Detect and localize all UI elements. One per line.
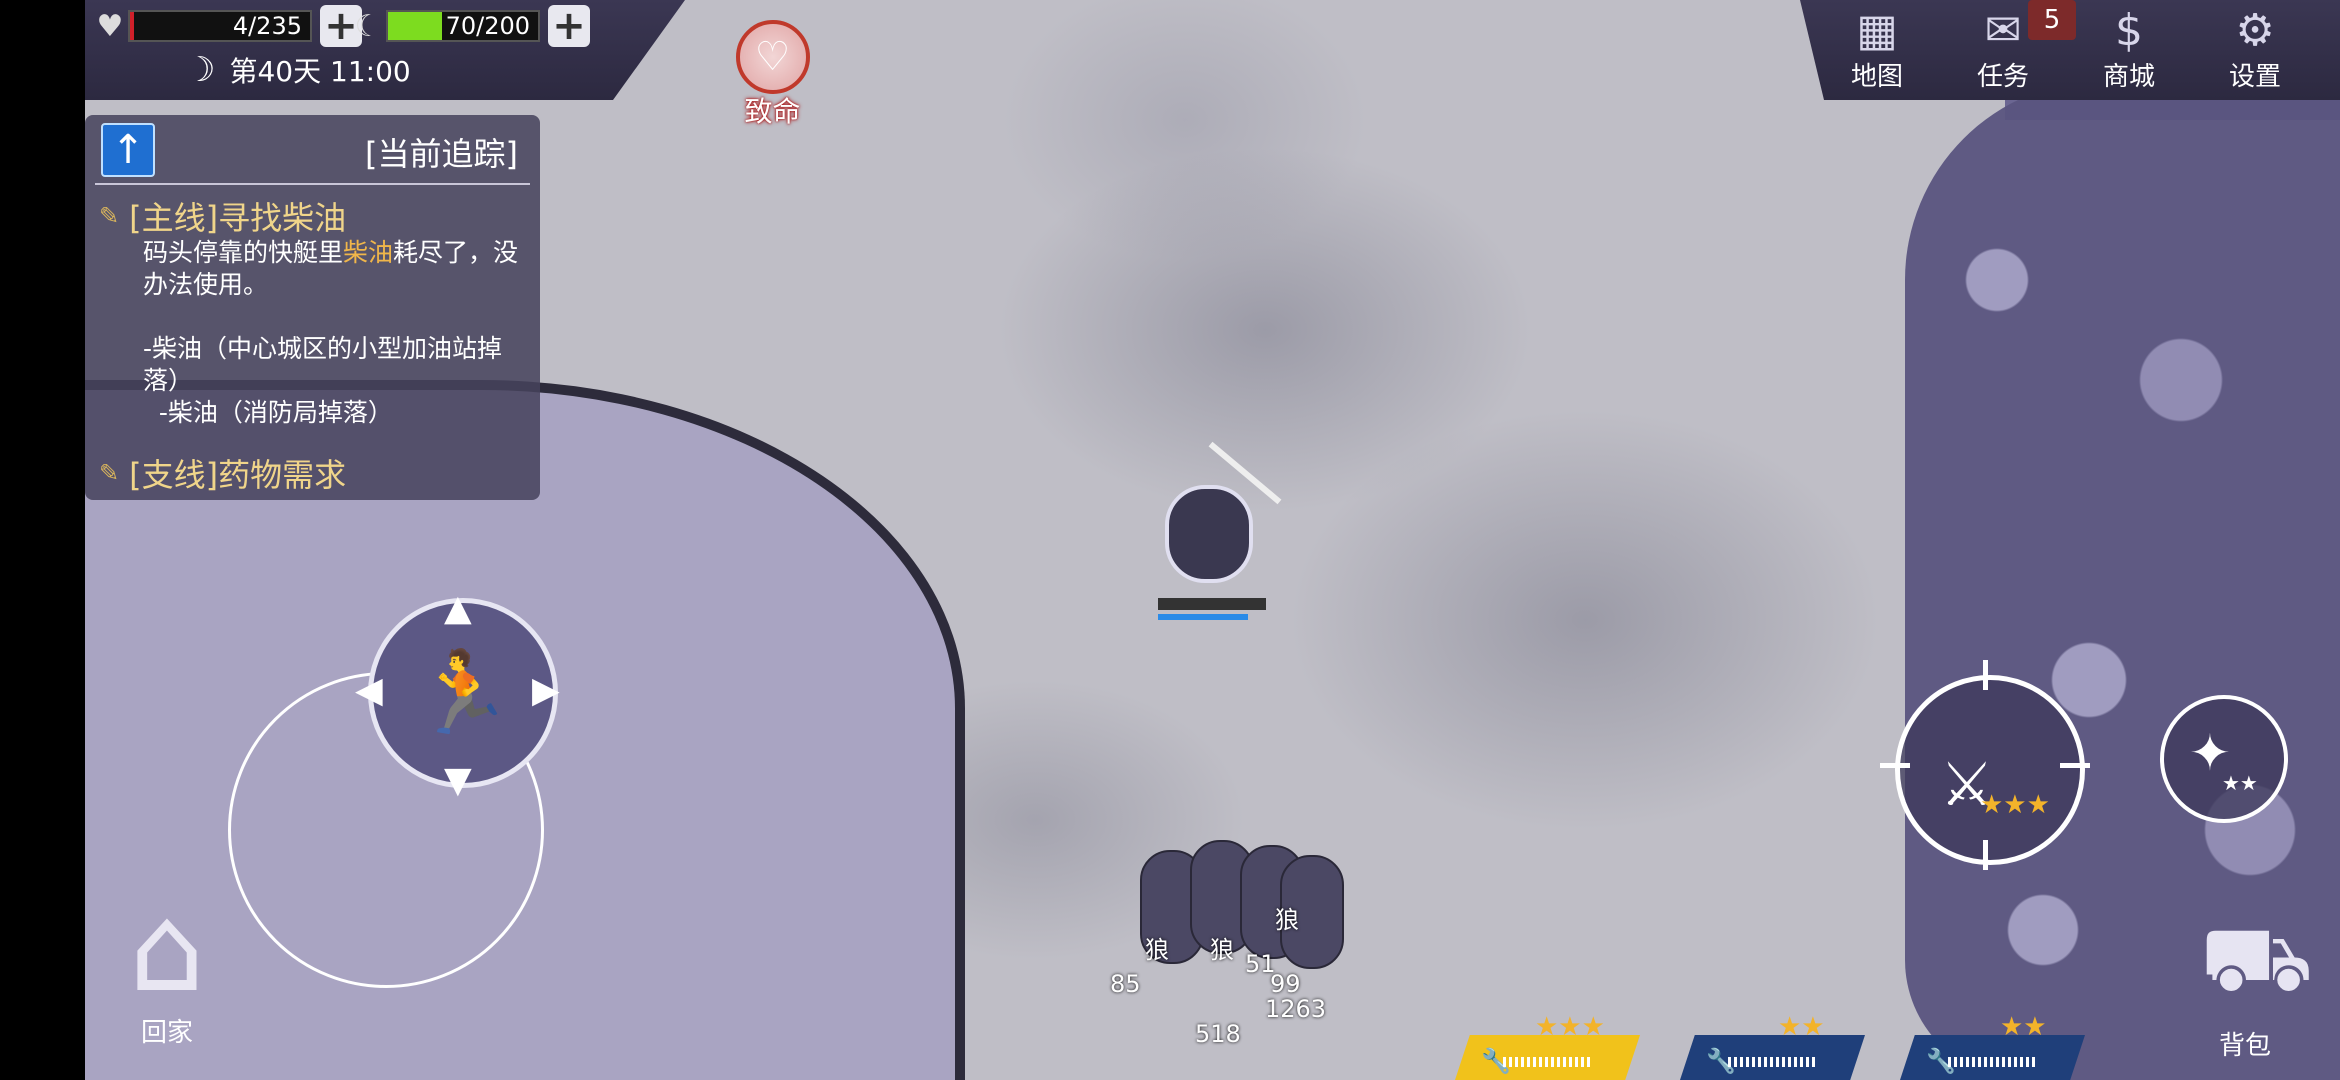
slot-3-stars: ★★ (2000, 1012, 2047, 1042)
task-label: 任务 (1976, 62, 2029, 92)
quest-item-1: -柴油（中心城区的小型加油站掉落） (143, 334, 503, 395)
arrow-up-icon: ▲ (444, 588, 472, 629)
side-quest-title: [支线]药物需求 (129, 456, 347, 494)
slot-2-stars: ★★ (1778, 1012, 1825, 1042)
wolf-label: 狼 (1210, 936, 1234, 964)
hunger-stat: ☾ 70/200 + (350, 5, 590, 47)
backpack-icon: ⛟ (2200, 907, 2314, 1012)
hunger-bar: 70/200 (386, 10, 540, 42)
task-badge: 5 (2028, 0, 2076, 40)
wolf-hp: 99 (1270, 970, 1301, 998)
weapon-stars: ★★★ (1980, 790, 2050, 820)
player-hp-bar (1158, 598, 1266, 610)
settings-button[interactable]: ⚙ 设置 (2210, 6, 2300, 93)
arrow-right-icon: ▶ (532, 670, 560, 711)
player-mp-bar (1158, 614, 1248, 620)
health-stat: ♥ 4/235 + (92, 5, 362, 47)
home-button[interactable]: ⌂ 回家 (92, 880, 242, 1049)
backpack-label: 背包 (2218, 1031, 2271, 1061)
wolf-hp: 1263 (1265, 995, 1327, 1023)
danger-label: 致命 (744, 95, 801, 128)
quest-tracker: ↑ [当前追踪] ✎ [主线]寻找柴油 码头停靠的快艇里柴油耗尽了，没办法使用。… (85, 115, 540, 500)
collapse-quest-button[interactable]: ↑ (101, 123, 155, 177)
shop-label: 商城 (2102, 62, 2155, 92)
main-quest-title: [主线]寻找柴油 (129, 199, 347, 237)
crosshair-tick (1983, 840, 1988, 870)
alt-stars: ★★ (2222, 771, 2258, 795)
crosshair-tick (1880, 763, 1910, 768)
danger-indicator: ♡ 致命 (735, 20, 810, 130)
wolf-hp: 518 (1195, 1020, 1241, 1048)
gear-icon: ⚙ (2235, 5, 2275, 56)
arrow-left-icon: ◀ (355, 670, 383, 711)
desc-highlight: 柴油 (343, 238, 394, 267)
time-text: 第40天 11:00 (229, 55, 411, 88)
map-button[interactable]: ▦ 地图 (1832, 6, 1922, 93)
arrow-down-icon: ▼ (444, 760, 472, 801)
durability-bar (1503, 1057, 1593, 1067)
wolf-pack[interactable]: 狼 狼 狼 85 51 1263 518 99 (1100, 840, 1344, 1048)
health-text: 4/235 (232, 12, 302, 40)
scroll-icon: ✎ (99, 202, 120, 230)
scroll-icon: ✎ (99, 459, 120, 487)
slot-1-stars: ★★★ (1535, 1012, 1605, 1042)
settings-label: 设置 (2228, 62, 2281, 92)
crosshair-tick (1983, 660, 1988, 690)
backpack-button[interactable]: ⛟ 背包 (2200, 895, 2314, 1062)
stomach-icon: ☾ (354, 8, 382, 44)
quest-item-2: -柴油（消防局掉落） (158, 398, 393, 427)
side-quest[interactable]: ✎ [支线]药物需求 (99, 450, 346, 496)
moon-icon: ☽ (185, 50, 216, 90)
day-time: ☽ 第40天 11:00 (185, 50, 411, 90)
map-icon: ▦ (1856, 5, 1898, 56)
house-icon: ⌂ (128, 880, 206, 1019)
weapon-slot-2[interactable]: 🔧 (1680, 1035, 1865, 1080)
durability-bar (1728, 1057, 1818, 1067)
main-quest-desc: 码头停靠的快艇里柴油耗尽了，没办法使用。 -柴油（中心城区的小型加油站掉落） -… (143, 237, 533, 429)
add-hunger-button[interactable]: + (548, 5, 590, 47)
wolf-label: 狼 (1275, 906, 1299, 934)
divider (95, 183, 530, 185)
shop-button[interactable]: $ 商城 (2084, 6, 2174, 93)
heart-icon: ♥ (96, 8, 124, 44)
main-quest[interactable]: ✎ [主线]寻找柴油 (99, 193, 346, 239)
desc-text: 码头停靠的快艇里 (143, 238, 344, 267)
wolf-label: 狼 (1145, 936, 1169, 964)
hunger-text: 70/200 (445, 12, 530, 40)
durability-bar (1948, 1057, 2038, 1067)
health-bar: 4/235 (128, 10, 312, 42)
weapon-slot-3[interactable]: 🔧 (1900, 1035, 2085, 1080)
attack-button[interactable]: ⚔ ★★★ (1895, 675, 2085, 865)
home-label: 回家 (140, 1018, 193, 1048)
running-man-icon: 🏃 (413, 646, 513, 739)
crosshair-tick (2060, 763, 2090, 768)
shop-icon: $ (2115, 5, 2143, 56)
map-label: 地图 (1850, 62, 1903, 92)
secondary-attack-button[interactable]: ✦ ★★ (2160, 695, 2288, 823)
quest-header: [当前追踪] (365, 135, 518, 173)
player-character (1165, 485, 1253, 583)
wolf-hp: 85 (1110, 970, 1141, 998)
heart-danger-icon: ♡ (735, 20, 810, 94)
